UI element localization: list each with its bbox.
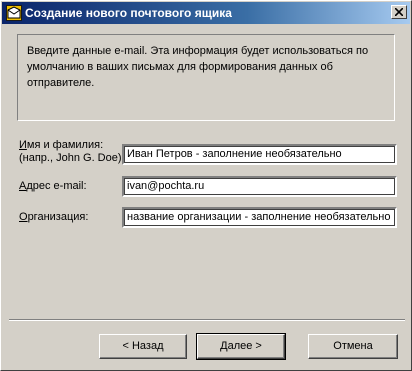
mailbox-app-icon: [6, 5, 22, 21]
name-example-label: (напр., John G. Doe): [19, 152, 122, 164]
back-button[interactable]: < Назад: [99, 334, 187, 359]
cancel-button[interactable]: Отмена: [308, 334, 398, 359]
close-icon: [395, 8, 403, 16]
close-button[interactable]: [391, 5, 407, 19]
email-label: Адрес e-mail:: [19, 180, 87, 192]
button-separator: [9, 319, 405, 321]
organization-label: Организация:: [19, 211, 89, 223]
title-bar[interactable]: Создание нового почтового ящика: [2, 2, 410, 24]
info-text: Введите данные e-mail. Эта информация бу…: [27, 45, 369, 89]
next-button[interactable]: Далее >: [196, 333, 286, 360]
email-field[interactable]: ivan@pochta.ru: [122, 176, 397, 197]
name-field[interactable]: Иван Петров - заполнение необязательно: [122, 144, 397, 165]
info-panel: Введите данные e-mail. Эта информация бу…: [17, 34, 395, 121]
name-label: Имя и фамилия:: [19, 139, 104, 151]
organization-field[interactable]: название организации - заполнение необяз…: [122, 207, 397, 228]
window-title: Создание нового почтового ящика: [25, 6, 232, 20]
new-mailbox-dialog: Создание нового почтового ящика Введите …: [0, 0, 412, 371]
